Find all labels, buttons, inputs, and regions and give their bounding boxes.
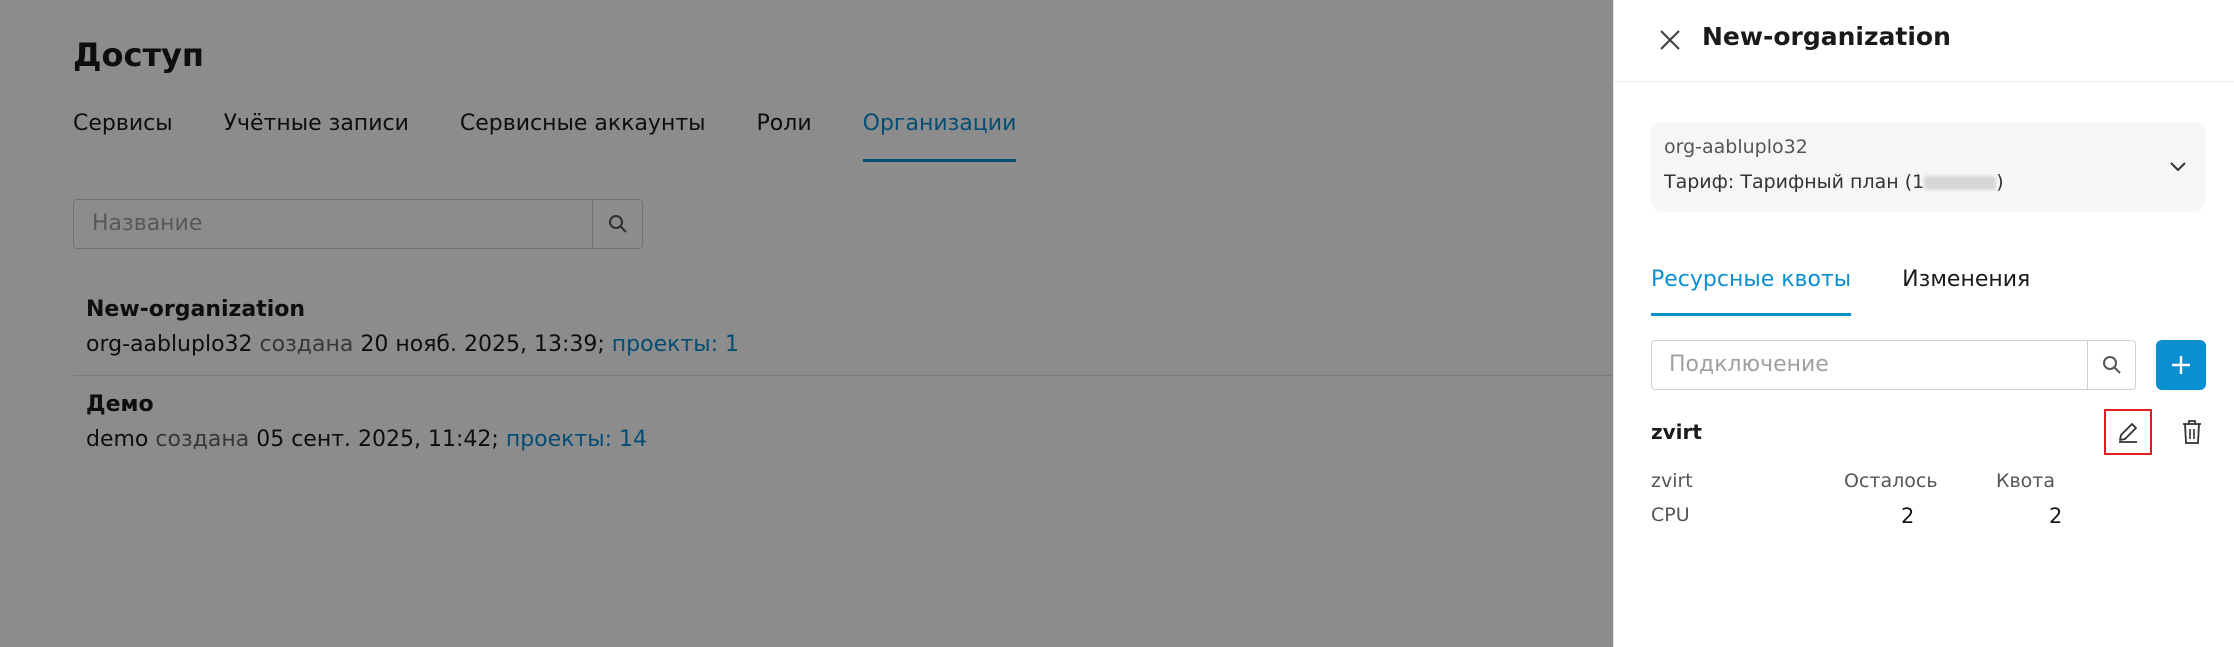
connection-search-button[interactable] — [2087, 341, 2135, 389]
remaining-value: 2 — [1901, 504, 1915, 528]
connection-search-input[interactable]: Подключение — [1652, 341, 2087, 389]
quota-name: zvirt — [1651, 420, 1702, 444]
tab-resource-quotas[interactable]: Ресурсные квоты — [1651, 264, 1852, 316]
search-icon — [2102, 356, 2121, 374]
edit-quota-button[interactable] — [2104, 409, 2152, 455]
drawer-tabs: Ресурсные квоты Изменения — [1651, 264, 2081, 316]
column-header-resource: zvirt — [1651, 470, 1693, 492]
org-id: org-aabluplo32 — [1664, 136, 1808, 158]
tariff-plan-prefix: Тариф: Тарифный план (1 — [1664, 171, 1925, 193]
resource-name: CPU — [1651, 504, 1690, 526]
org-info-card[interactable]: org-aabluplo32 Тариф: Тарифный план (1) — [1651, 122, 2205, 212]
tariff-plan-suffix: ) — [1996, 171, 2004, 193]
plus-icon — [2172, 356, 2190, 374]
quota-value: 2 — [2049, 504, 2063, 528]
table-row: CPU 2 2 — [1651, 504, 2121, 538]
quota-table: zvirt Осталось Квота CPU 2 2 — [1651, 470, 2121, 538]
redacted-value — [1924, 175, 1997, 190]
column-header-remaining: Осталось — [1844, 470, 1938, 492]
tab-changes[interactable]: Изменения — [1902, 264, 2030, 316]
organization-drawer: New-organization org-aabluplo32 Тариф: Т… — [1613, 0, 2234, 647]
close-button[interactable] — [1656, 26, 1684, 54]
table-header: zvirt Осталось Квота — [1651, 470, 2121, 504]
delete-quota-button[interactable] — [2174, 412, 2210, 452]
modal-overlay[interactable] — [0, 0, 1613, 647]
column-header-quota: Квота — [1996, 470, 2056, 492]
trash-icon — [2183, 420, 2201, 444]
drawer-header: New-organization — [1614, 0, 2234, 82]
tariff-plan: Тариф: Тарифный план (1) — [1664, 171, 2004, 193]
pencil-icon — [2119, 423, 2137, 443]
chevron-down-icon[interactable] — [2169, 158, 2187, 177]
close-icon — [1660, 30, 1680, 50]
connection-search: Подключение — [1651, 340, 2136, 390]
add-quota-button[interactable] — [2156, 340, 2206, 390]
drawer-title: New-organization — [1702, 22, 1951, 51]
